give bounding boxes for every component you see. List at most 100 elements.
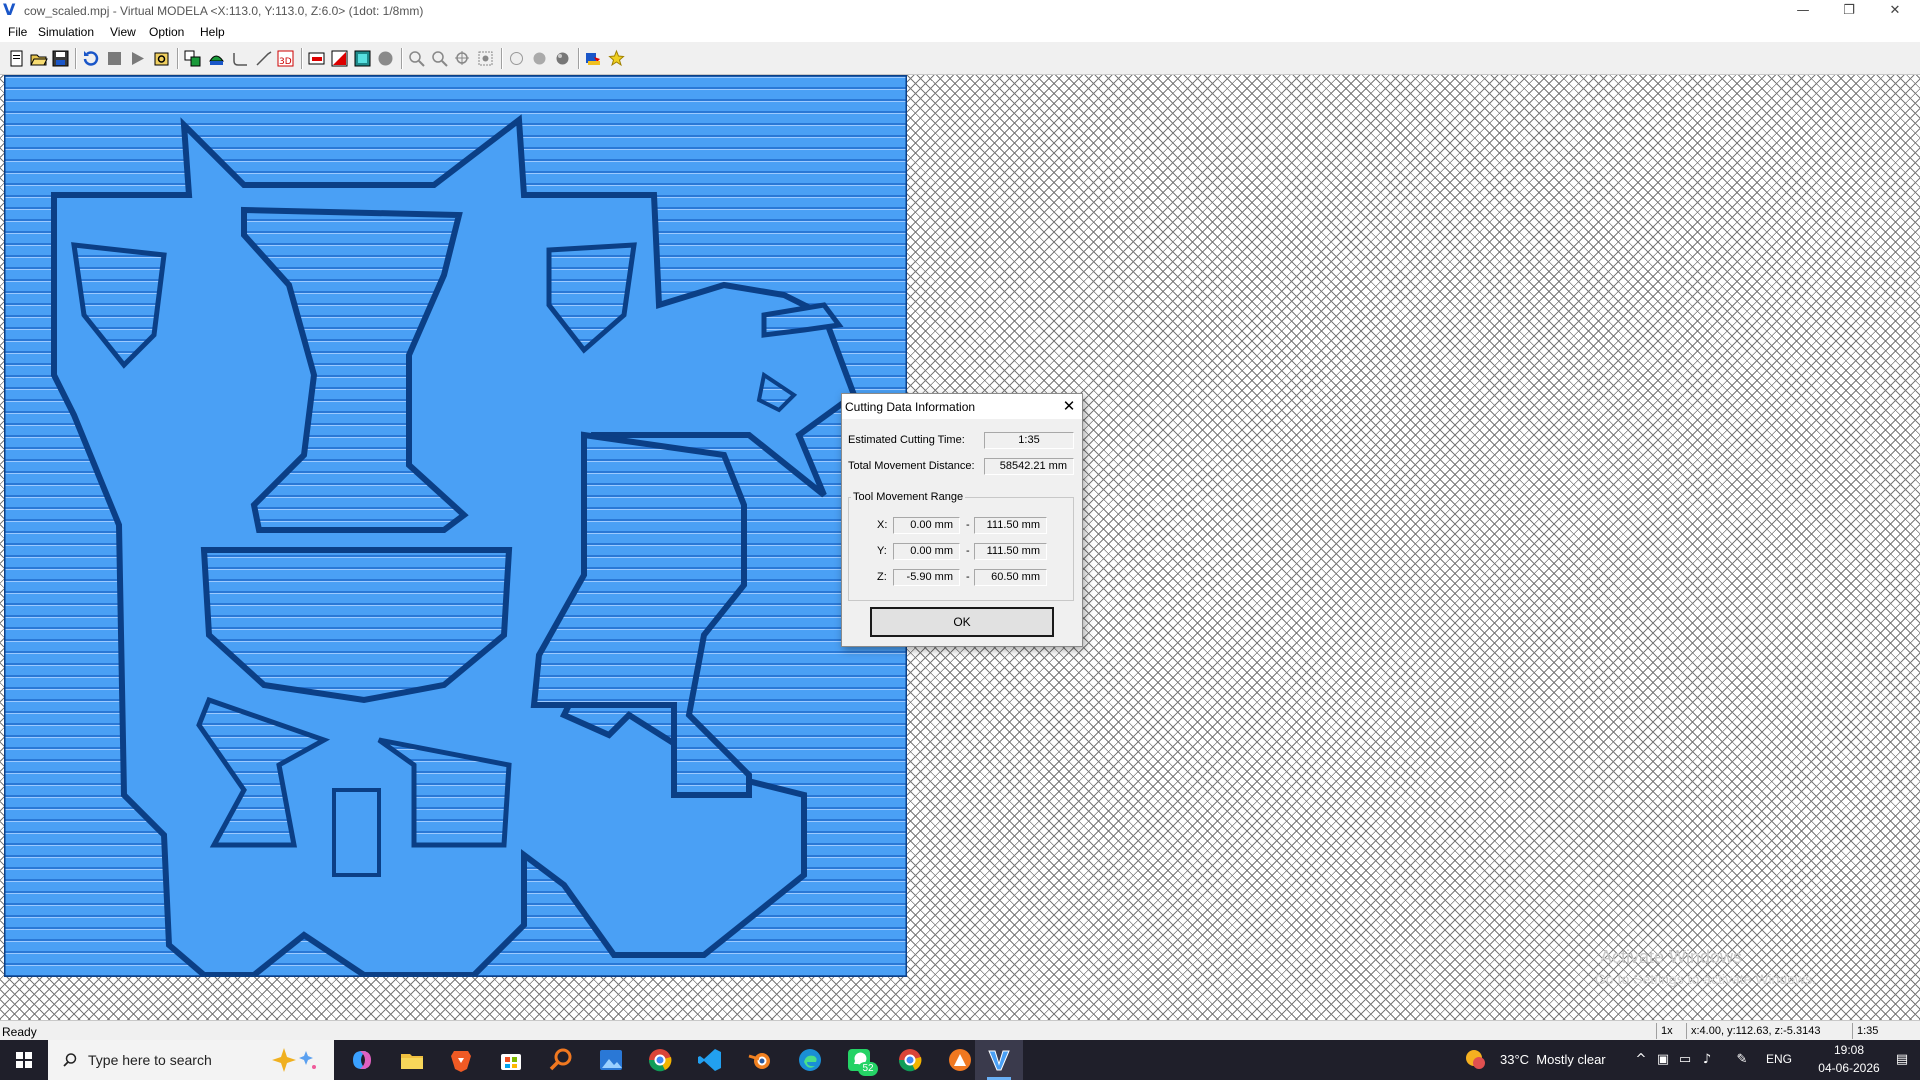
z-min-field: -5.90 mm bbox=[893, 569, 960, 586]
cutting-data-dialog: Cutting Data Information ✕ Estimated Cut… bbox=[841, 393, 1083, 647]
chrome-profile-icon[interactable] bbox=[646, 1046, 674, 1074]
activate-windows-watermark: Activate Windows bbox=[1600, 947, 1743, 967]
x-label: X: bbox=[877, 519, 888, 531]
estimated-time-field: 1:35 bbox=[984, 432, 1074, 449]
stop-icon[interactable] bbox=[105, 49, 124, 68]
ok-button[interactable]: OK bbox=[870, 607, 1054, 637]
copilot-icon[interactable] bbox=[348, 1046, 376, 1074]
windows-logo-icon bbox=[16, 1052, 32, 1068]
language-indicator[interactable]: ENG bbox=[1766, 1052, 1792, 1066]
search-app-icon[interactable] bbox=[547, 1046, 575, 1074]
show-hidden-icons-icon[interactable]: ^ bbox=[1633, 1052, 1649, 1068]
maximize-button[interactable]: ❐ bbox=[1826, 0, 1872, 22]
menu-file[interactable]: File bbox=[8, 25, 27, 39]
light-1-icon[interactable] bbox=[507, 49, 526, 68]
settings-icon[interactable] bbox=[152, 49, 171, 68]
pen-icon[interactable]: ✎ bbox=[1734, 1052, 1750, 1068]
new-file-icon[interactable] bbox=[7, 49, 26, 68]
dialog-title-bar[interactable]: Cutting Data Information ✕ bbox=[842, 394, 1082, 419]
view-front-icon[interactable] bbox=[207, 49, 226, 68]
virtual-modela-icon bbox=[988, 1050, 1010, 1071]
toolbar: 3D bbox=[0, 42, 1920, 75]
tray-app-icon[interactable]: ▣ bbox=[1655, 1052, 1671, 1068]
open-file-icon[interactable] bbox=[29, 49, 48, 68]
dialog-title: Cutting Data Information bbox=[845, 400, 976, 414]
minimize-button[interactable]: — bbox=[1780, 0, 1826, 22]
vscode-icon[interactable] bbox=[696, 1046, 724, 1074]
menu-help[interactable]: Help bbox=[200, 25, 225, 39]
title-bar: V cow_scaled.mpj - Virtual MODELA <X:113… bbox=[0, 0, 1920, 22]
taskbar-search-box[interactable]: Type here to search bbox=[48, 1040, 334, 1080]
search-icon bbox=[63, 1053, 77, 1067]
star-icon[interactable] bbox=[607, 49, 626, 68]
red-bar-icon[interactable] bbox=[307, 49, 326, 68]
menu-simulation[interactable]: Simulation bbox=[38, 25, 94, 39]
tool-range-title: Tool Movement Range bbox=[851, 491, 966, 503]
photos-icon[interactable] bbox=[597, 1046, 625, 1074]
cyan-square-icon[interactable] bbox=[353, 49, 372, 68]
estimated-time-label: Estimated Cutting Time: bbox=[848, 434, 965, 446]
z-dash: - bbox=[966, 571, 970, 583]
activate-windows-hint: Go to Settings to activate Windows. bbox=[1595, 971, 1816, 987]
3d-view-icon[interactable]: 3D bbox=[276, 49, 295, 68]
clock-time[interactable]: 19:08 bbox=[1812, 1043, 1886, 1057]
weather-condition: Mostly clear bbox=[1536, 1052, 1606, 1067]
x-dash: - bbox=[966, 519, 970, 531]
close-window-button[interactable]: ✕ bbox=[1872, 0, 1918, 22]
notifications-icon[interactable]: ▤ bbox=[1892, 1052, 1912, 1068]
sphere-icon[interactable] bbox=[376, 49, 395, 68]
start-button[interactable] bbox=[0, 1040, 48, 1080]
save-file-icon[interactable] bbox=[51, 49, 70, 68]
virtual-modela-taskbar-button[interactable] bbox=[975, 1040, 1023, 1080]
weather-icon[interactable] bbox=[1462, 1046, 1485, 1074]
status-ready-text: Ready bbox=[2, 1025, 37, 1039]
status-time: 1:35 bbox=[1852, 1023, 1917, 1039]
zoom-fit-icon[interactable] bbox=[453, 49, 472, 68]
distance-field: 58542.21 mm bbox=[984, 458, 1074, 475]
path-icon[interactable] bbox=[231, 49, 250, 68]
status-coords: x:4.00, y:112.63, z:-5.3143 bbox=[1686, 1023, 1851, 1039]
edge-icon[interactable] bbox=[796, 1046, 824, 1074]
reload-icon[interactable] bbox=[81, 49, 100, 68]
z-label: Z: bbox=[877, 571, 887, 583]
y-min-field: 0.00 mm bbox=[893, 543, 960, 560]
zoom-window-icon[interactable] bbox=[476, 49, 495, 68]
clock-date[interactable]: 04-06-2026 bbox=[1812, 1061, 1886, 1075]
brave-browser-icon[interactable] bbox=[447, 1046, 475, 1074]
play-icon[interactable] bbox=[128, 49, 147, 68]
light-2-icon[interactable] bbox=[530, 49, 549, 68]
chrome-icon[interactable] bbox=[896, 1046, 924, 1074]
microsoft-store-icon[interactable] bbox=[497, 1046, 525, 1074]
y-label: Y: bbox=[877, 545, 887, 557]
light-3-icon[interactable] bbox=[553, 49, 572, 68]
x-min-field: 0.00 mm bbox=[893, 517, 960, 534]
view-top-icon[interactable] bbox=[183, 49, 202, 68]
app-orange-icon[interactable] bbox=[946, 1046, 974, 1074]
svg-text:3D: 3D bbox=[279, 57, 292, 67]
status-zoom: 1x bbox=[1656, 1023, 1683, 1039]
menu-view[interactable]: View bbox=[110, 25, 136, 39]
z-max-field: 60.50 mm bbox=[974, 569, 1047, 586]
status-bar: Ready 1x x:4.00, y:112.63, z:-5.3143 1:3… bbox=[0, 1020, 1920, 1040]
network-icon[interactable]: ▭ bbox=[1677, 1052, 1693, 1068]
zoom-out-icon[interactable] bbox=[430, 49, 449, 68]
search-placeholder: Type here to search bbox=[88, 1052, 212, 1068]
x-max-field: 111.50 mm bbox=[974, 517, 1047, 534]
material-icon[interactable] bbox=[584, 49, 603, 68]
window-title: cow_scaled.mpj - Virtual MODELA <X:113.0… bbox=[24, 4, 424, 18]
whatsapp-badge: 52 bbox=[858, 1062, 878, 1076]
y-dash: - bbox=[966, 545, 970, 557]
red-triangle-icon[interactable] bbox=[330, 49, 349, 68]
volume-icon[interactable]: ♪ bbox=[1699, 1052, 1715, 1068]
weather-text[interactable]: 33°C Mostly clear bbox=[1500, 1052, 1606, 1067]
zoom-in-icon[interactable] bbox=[407, 49, 426, 68]
blender-icon[interactable] bbox=[746, 1046, 774, 1074]
distance-label: Total Movement Distance: bbox=[848, 460, 975, 472]
search-highlight-icon bbox=[272, 1048, 316, 1072]
menu-option[interactable]: Option bbox=[149, 25, 184, 39]
file-explorer-icon[interactable] bbox=[398, 1046, 426, 1074]
windows-taskbar: Type here to search 52 33°C Mostly clear… bbox=[0, 1040, 1920, 1080]
dialog-close-icon[interactable]: ✕ bbox=[1060, 397, 1078, 415]
weather-temp: 33°C bbox=[1500, 1052, 1530, 1067]
path-alt-icon[interactable] bbox=[254, 49, 273, 68]
